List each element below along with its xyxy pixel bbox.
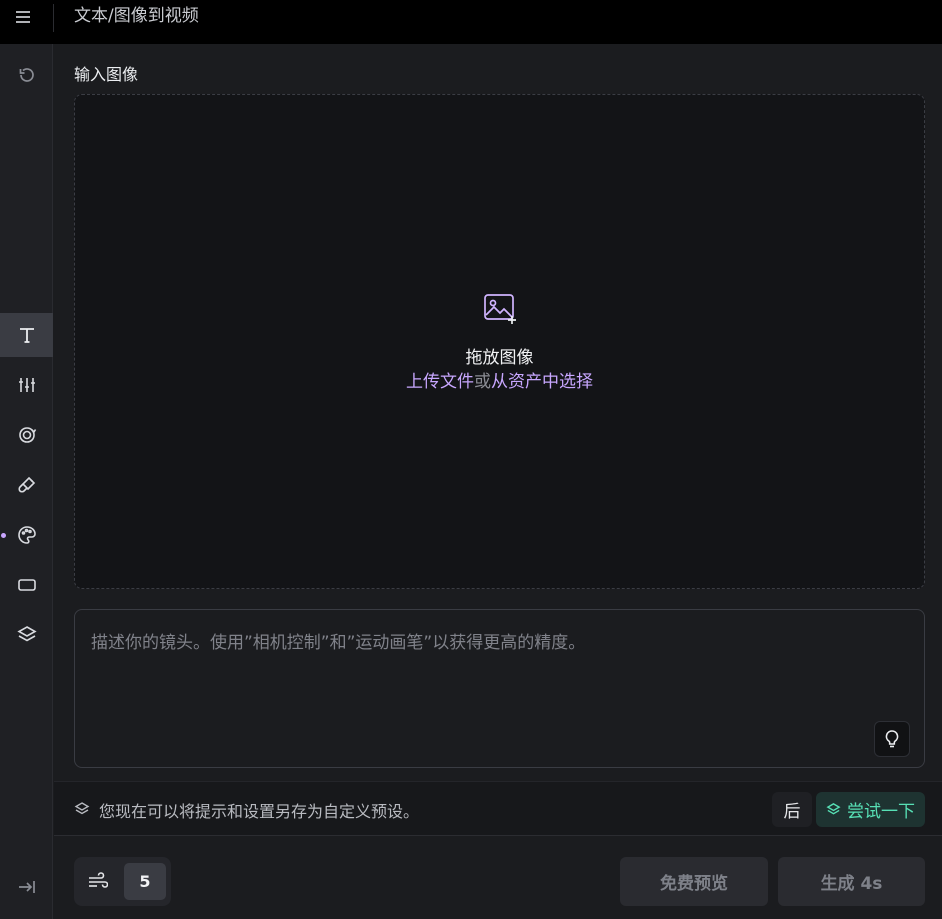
dropzone-links: 上传文件或从资产中选择 xyxy=(75,367,924,392)
layers-icon xyxy=(74,802,90,815)
layers-icon xyxy=(826,803,841,815)
layers-icon xyxy=(16,626,37,642)
sidebar xyxy=(0,44,53,919)
top-bar: 文本/图像到视频 xyxy=(0,0,942,44)
aspect-ratio-icon xyxy=(17,579,36,591)
page-title: 文本/图像到视频 xyxy=(74,6,199,26)
input-image-label: 输入图像 xyxy=(74,65,139,84)
top-divider xyxy=(53,4,54,32)
hamburger-icon xyxy=(16,11,30,23)
motion-strength-control[interactable]: 5 xyxy=(74,857,171,906)
sidebar-item-text[interactable] xyxy=(0,313,53,357)
palette-icon xyxy=(17,526,36,544)
dropzone-or-text: 或 xyxy=(474,372,491,392)
prompt-box xyxy=(74,609,925,768)
try-it-button[interactable]: 尝试一下 xyxy=(816,792,925,827)
text-icon xyxy=(19,328,34,343)
select-from-assets-link[interactable]: 从资产中选择 xyxy=(491,372,593,392)
sliders-icon xyxy=(18,378,35,392)
sidebar-item-presets[interactable] xyxy=(0,613,53,657)
brush-icon xyxy=(17,476,35,493)
camera-rotate-icon xyxy=(18,427,36,443)
image-add-icon xyxy=(484,294,516,324)
sidebar-item-motion-brush[interactable] xyxy=(0,463,53,507)
sidebar-item-settings[interactable] xyxy=(0,363,53,407)
notification-dot xyxy=(1,533,6,538)
image-dropzone[interactable]: 拖放图像 上传文件或从资产中选择 xyxy=(74,94,925,589)
later-button[interactable]: 后 xyxy=(772,792,812,827)
prompt-input[interactable] xyxy=(75,610,924,767)
collapse-icon xyxy=(18,881,35,893)
free-preview-button[interactable]: 免费预览 xyxy=(620,857,768,906)
menu-button[interactable] xyxy=(10,6,36,28)
main-panel: 输入图像 拖放图像 上传文件或从资产中选择 您现在可以将提示和设置另存为自定义预… xyxy=(54,44,942,919)
undo-icon xyxy=(19,68,34,82)
sidebar-item-aspect-ratio[interactable] xyxy=(0,563,53,607)
motion-value: 5 xyxy=(124,863,166,900)
sidebar-item-camera-control[interactable] xyxy=(0,413,53,457)
sidebar-collapse-button[interactable] xyxy=(0,865,53,909)
wind-icon xyxy=(89,872,108,888)
sidebar-undo-button[interactable] xyxy=(0,54,53,98)
upload-file-link[interactable]: 上传文件 xyxy=(406,372,474,392)
generate-button[interactable]: 生成 4s xyxy=(778,857,925,906)
lightbulb-icon xyxy=(885,730,899,748)
notice-text: 您现在可以将提示和设置另存为自定义预设。 xyxy=(99,802,420,821)
prompt-ideas-button[interactable] xyxy=(874,721,910,757)
try-it-label: 尝试一下 xyxy=(847,802,915,822)
sidebar-item-style[interactable] xyxy=(0,513,53,557)
preset-notice: 您现在可以将提示和设置另存为自定义预设。 后 尝试一下 xyxy=(54,781,942,836)
dropzone-title: 拖放图像 xyxy=(465,348,534,368)
